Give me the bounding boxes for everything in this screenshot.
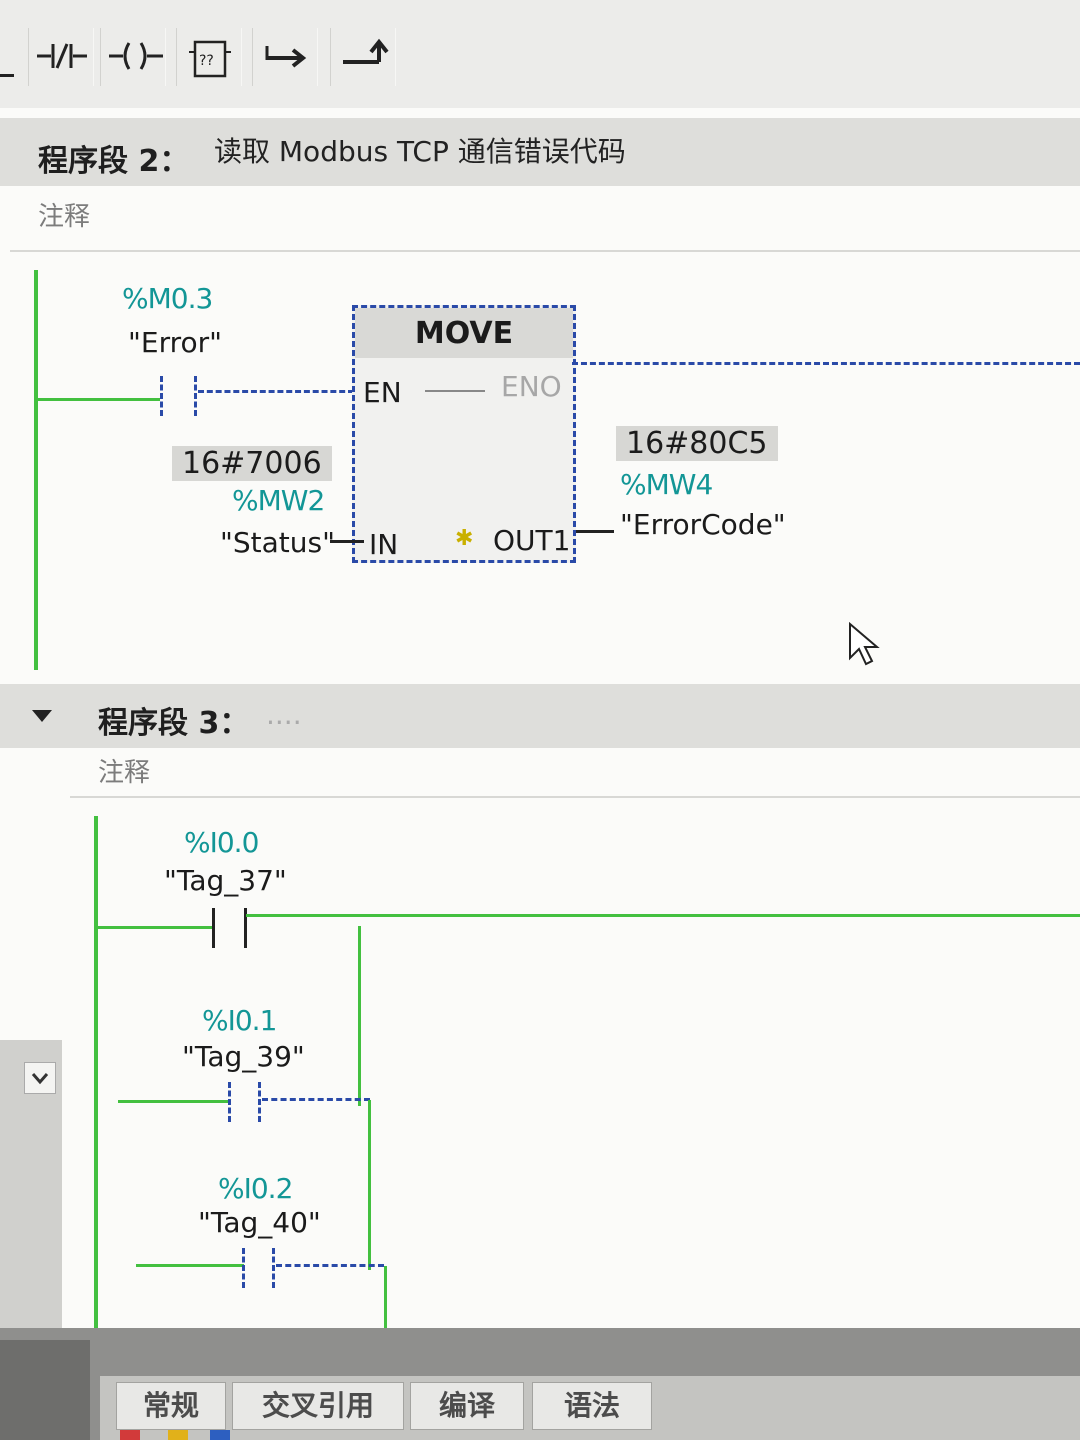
out-tag[interactable]: "ErrorCode" xyxy=(620,508,786,541)
empty-box-icon: ?? xyxy=(189,40,231,78)
rung-wire xyxy=(36,398,160,401)
in-wire xyxy=(330,540,364,543)
mouse-cursor-icon xyxy=(849,622,880,666)
network-3-title[interactable]: .... xyxy=(266,698,302,731)
tab-general[interactable]: 常规 xyxy=(116,1382,226,1430)
close-branch-icon xyxy=(343,38,389,64)
collapse-triangle-icon[interactable] xyxy=(30,708,54,724)
contact-left-bar xyxy=(242,1248,245,1288)
out-current-value: 16#80C5 xyxy=(616,426,778,461)
contact-address[interactable]: %M0.3 xyxy=(122,282,213,315)
contact-left-bar xyxy=(212,908,215,948)
ladder-toolbar: ?? xyxy=(0,0,1080,109)
left-power-rail xyxy=(94,816,98,1328)
tab-syntax[interactable]: 语法 xyxy=(532,1382,652,1430)
left-power-rail xyxy=(34,270,38,670)
contact-address[interactable]: %I0.1 xyxy=(202,1004,277,1037)
contact-left-bar xyxy=(160,376,163,416)
network-2-comment[interactable]: 注释 xyxy=(38,196,90,233)
network-3-header[interactable]: 程序段 3： .... xyxy=(0,684,1080,748)
scroll-down-button[interactable] xyxy=(24,1062,56,1094)
network-3-label: 程序段 3： xyxy=(98,706,250,741)
rung-wire xyxy=(118,1100,230,1103)
rung-wire xyxy=(136,1264,244,1267)
move-title: MOVE xyxy=(355,308,573,358)
tab-cross-reference[interactable]: 交叉引用 xyxy=(232,1382,404,1430)
close-branch-button[interactable] xyxy=(330,28,396,86)
comment-divider xyxy=(70,796,1080,798)
in-pin: IN xyxy=(369,528,399,561)
branch-wire xyxy=(276,1264,384,1267)
branch-join-line xyxy=(384,1266,387,1328)
contact-tag[interactable]: "Tag_37" xyxy=(164,864,287,897)
contact-left-bar xyxy=(228,1082,231,1122)
star-icon: ✱ xyxy=(455,526,474,551)
in-current-value: 16#7006 xyxy=(172,446,332,481)
chevron-down-icon xyxy=(31,1073,49,1085)
contact-tag[interactable]: "Tag_39" xyxy=(182,1040,305,1073)
contact-right-bar xyxy=(272,1248,275,1288)
out-address[interactable]: %MW4 xyxy=(620,468,713,501)
panel-left-edge xyxy=(0,1340,90,1440)
en-pin: EN xyxy=(363,376,402,409)
open-branch-button[interactable] xyxy=(252,28,318,86)
contact-right-bar xyxy=(194,376,197,416)
error-icon[interactable] xyxy=(120,1430,140,1440)
contact-tag[interactable]: "Error" xyxy=(128,326,222,359)
in-tag[interactable]: "Status" xyxy=(220,526,335,559)
comment-divider xyxy=(10,250,1080,252)
en-wire xyxy=(198,390,354,393)
network-3-comment[interactable]: 注释 xyxy=(98,752,150,789)
coil-icon xyxy=(109,42,163,70)
contact-address[interactable]: %I0.2 xyxy=(218,1172,293,1205)
branch-join-line xyxy=(358,926,361,1106)
branch-join-line xyxy=(368,1100,371,1270)
out1-pin: OUT1 xyxy=(493,524,571,557)
nc-contact-button[interactable] xyxy=(28,28,94,86)
network-2-title[interactable]: 读取 Modbus TCP 通信错误代码 xyxy=(214,130,626,170)
normally-closed-contact-icon xyxy=(37,43,87,69)
in-address[interactable]: %MW2 xyxy=(232,484,325,517)
eno-pin: ENO xyxy=(501,370,562,403)
coil-button[interactable] xyxy=(100,28,166,86)
empty-box-button[interactable]: ?? xyxy=(176,28,242,86)
out-wire xyxy=(576,530,614,533)
eno-wire xyxy=(572,362,1080,365)
network-2-label: 程序段 2： xyxy=(38,144,190,179)
toolbar-edge-line xyxy=(0,74,14,77)
contact-right-bar xyxy=(258,1082,261,1122)
open-branch-icon xyxy=(265,46,307,68)
warning-icon[interactable] xyxy=(168,1430,188,1440)
info-icon[interactable] xyxy=(210,1430,230,1440)
branch-wire xyxy=(262,1098,370,1101)
en-eno-line xyxy=(425,390,485,392)
network-2-header[interactable]: 程序段 2： 读取 Modbus TCP 通信错误代码 xyxy=(0,118,1080,186)
rung-wire xyxy=(96,926,214,929)
rung-wire xyxy=(246,914,1080,917)
empty-box-label: ?? xyxy=(199,53,214,69)
tab-compile[interactable]: 编译 xyxy=(410,1382,524,1430)
move-instruction-box[interactable]: MOVE EN ENO IN ✱ OUT1 xyxy=(352,305,576,563)
contact-address[interactable]: %I0.0 xyxy=(184,826,259,859)
contact-tag[interactable]: "Tag_40" xyxy=(198,1206,321,1239)
